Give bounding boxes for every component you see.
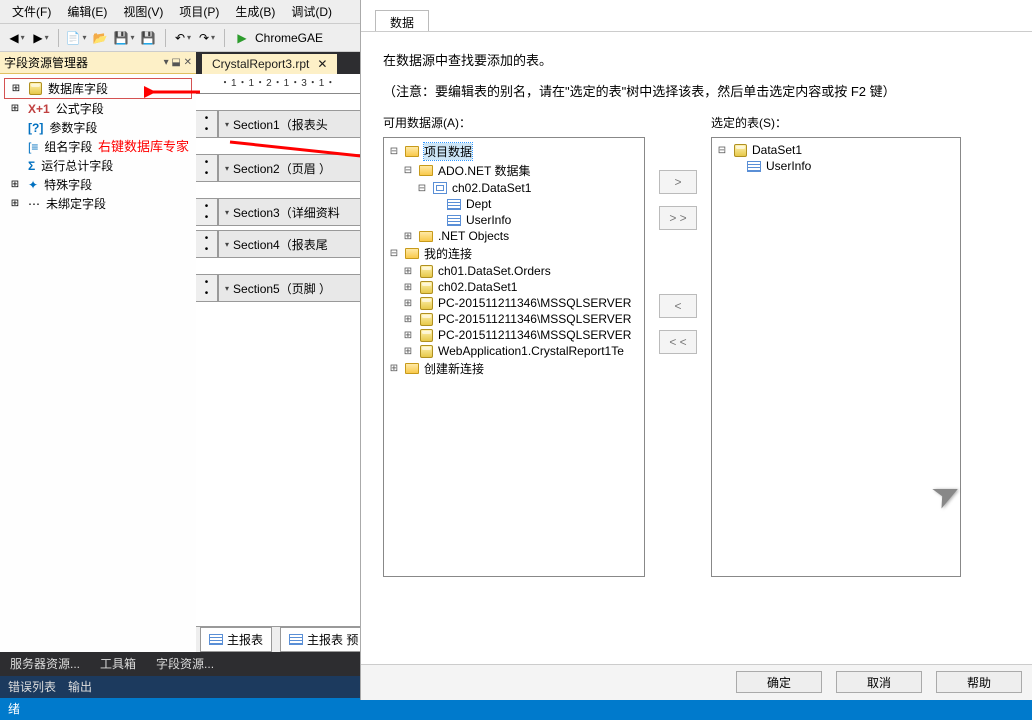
cancel-button[interactable]: 取消 bbox=[836, 671, 922, 693]
undo-button[interactable]: ↶ bbox=[172, 27, 194, 49]
field-special[interactable]: ⊞✦特殊字段 bbox=[4, 175, 192, 194]
database-expert-dialog: 数据 在数据源中查找要添加的表。 （注意：要编辑表的别名，请在"选定的表"树中选… bbox=[360, 0, 1032, 700]
node-ch02-dataset1[interactable]: ⊟ch02.DataSet1 bbox=[388, 180, 640, 196]
panel-header: 字段资源管理器 ▾ ⬓ ✕ bbox=[0, 52, 196, 74]
node-project-data[interactable]: ⊟项目数据 bbox=[388, 142, 640, 161]
field-param[interactable]: [?]参数字段 bbox=[4, 118, 192, 137]
node-my-connections[interactable]: ⊟我的连接 bbox=[388, 244, 640, 263]
menu-project[interactable]: 项目(P) bbox=[171, 1, 227, 22]
field-unbound[interactable]: ⊞⋯未绑定字段 bbox=[4, 194, 192, 213]
field-source-tab[interactable]: 字段资源... bbox=[146, 652, 224, 676]
node-pc3[interactable]: ⊞PC-201511211346\MSSQLSERVER bbox=[388, 327, 640, 343]
node-selected-ds[interactable]: ⊟DataSet1 bbox=[716, 142, 956, 158]
toolbox-tab[interactable]: 工具箱 bbox=[90, 652, 146, 676]
node-ado-net[interactable]: ⊟ADO.NET 数据集 bbox=[388, 161, 640, 180]
node-webapp[interactable]: ⊞WebApplication1.CrystalReport1Te bbox=[388, 343, 640, 359]
menu-debug[interactable]: 调试(D) bbox=[283, 1, 340, 22]
forward-button[interactable]: ▶ bbox=[30, 27, 52, 49]
node-new-connection[interactable]: ⊞创建新连接 bbox=[388, 359, 640, 378]
status-bar: 绪 bbox=[0, 698, 1032, 720]
selected-tree[interactable]: ⊟DataSet1 UserInfo bbox=[711, 137, 961, 577]
new-button[interactable]: 📄 bbox=[65, 27, 87, 49]
arrow-left-icon bbox=[144, 80, 204, 104]
dialog-note: （注意：要编辑表的别名，请在"选定的表"树中选择该表，然后单击选定内容或按 F2… bbox=[383, 81, 1010, 100]
available-tree[interactable]: ⊟项目数据 ⊟ADO.NET 数据集 ⊟ch02.DataSet1 Dept U… bbox=[383, 137, 645, 577]
transfer-buttons: > > > < < < bbox=[659, 114, 697, 577]
save-button[interactable]: 💾 bbox=[113, 27, 135, 49]
doc-tab-active[interactable]: CrystalReport3.rpt✕ bbox=[202, 54, 337, 74]
menu-view[interactable]: 视图(V) bbox=[115, 1, 171, 22]
menu-file[interactable]: 文件(F) bbox=[4, 1, 59, 22]
close-icon[interactable]: ✕ bbox=[317, 57, 327, 71]
server-explorer-tab[interactable]: 服务器资源... bbox=[0, 652, 90, 676]
node-orders[interactable]: ⊞ch01.DataSet.Orders bbox=[388, 263, 640, 279]
menu-edit[interactable]: 编辑(E) bbox=[59, 1, 115, 22]
selected-label: 选定的表(S)： bbox=[711, 114, 961, 131]
help-button[interactable]: 帮助 bbox=[936, 671, 1022, 693]
annotation-text: 右键数据库专家 bbox=[98, 136, 189, 155]
node-pc1[interactable]: ⊞PC-201511211346\MSSQLSERVER bbox=[388, 295, 640, 311]
dialog-instruction: 在数据源中查找要添加的表。 bbox=[383, 50, 1010, 69]
available-label: 可用数据源(A)： bbox=[383, 114, 645, 131]
node-dept[interactable]: Dept bbox=[388, 196, 640, 212]
node-selected-userinfo[interactable]: UserInfo bbox=[716, 158, 956, 174]
tab-preview[interactable]: 主报表 预 bbox=[280, 627, 367, 652]
remove-all-button[interactable]: < < bbox=[659, 330, 697, 354]
panel-tools[interactable]: ▾ ⬓ ✕ bbox=[164, 57, 192, 68]
save-all-button[interactable]: 💾 bbox=[137, 27, 159, 49]
panel-title: 字段资源管理器 bbox=[4, 54, 88, 71]
ok-button[interactable]: 确定 bbox=[736, 671, 822, 693]
field-running[interactable]: Σ运行总计字段 bbox=[4, 156, 192, 175]
remove-button[interactable]: < bbox=[659, 294, 697, 318]
node-userinfo[interactable]: UserInfo bbox=[388, 212, 640, 228]
dialog-tabs: 数据 bbox=[361, 0, 1032, 32]
add-button[interactable]: > bbox=[659, 170, 697, 194]
menu-build[interactable]: 生成(B) bbox=[227, 1, 283, 22]
run-button[interactable]: ▶ bbox=[231, 27, 253, 49]
run-target[interactable]: ChromeGAE bbox=[255, 31, 323, 45]
node-ds1b[interactable]: ⊞ch02.DataSet1 bbox=[388, 279, 640, 295]
dialog-buttons: 确定 取消 帮助 bbox=[361, 664, 1032, 700]
tab-main[interactable]: 主报表 bbox=[200, 627, 272, 652]
node-pc2[interactable]: ⊞PC-201511211346\MSSQLSERVER bbox=[388, 311, 640, 327]
redo-button[interactable]: ↷ bbox=[196, 27, 218, 49]
tab-data[interactable]: 数据 bbox=[375, 10, 429, 31]
open-button[interactable]: 📂 bbox=[89, 27, 111, 49]
node-net-objects[interactable]: ⊞.NET Objects bbox=[388, 228, 640, 244]
add-all-button[interactable]: > > bbox=[659, 206, 697, 230]
back-button[interactable]: ◀ bbox=[6, 27, 28, 49]
